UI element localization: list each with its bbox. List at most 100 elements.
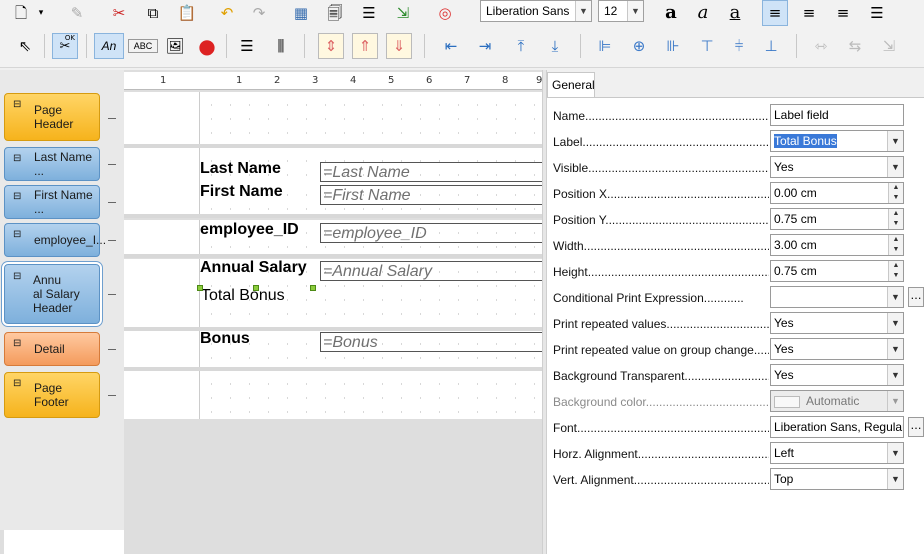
sorting-grouping-icon[interactable]: ☰ (356, 0, 382, 26)
chevron-down-icon[interactable]: ▼ (887, 391, 903, 411)
position-y-spinner[interactable]: 0.75 cm ▲ ▼ (770, 208, 904, 230)
first-name-field[interactable]: =First Name (320, 185, 542, 205)
font-name-combo[interactable]: Liberation Sans ▼ (480, 0, 592, 22)
employee-id-label[interactable]: employee_ID (200, 221, 299, 239)
spin-arrows-icon[interactable]: ▲ ▼ (888, 183, 903, 203)
visible-select[interactable]: Yes ▼ (770, 156, 904, 178)
section-page-footer[interactable]: ⊟ Page Footer (4, 372, 100, 418)
height-spinner[interactable]: 0.75 cm ▲ ▼ (770, 260, 904, 282)
bonus-label[interactable]: Bonus (200, 330, 250, 348)
spin-arrows-icon[interactable]: ▲ ▼ (888, 209, 903, 229)
vert-alignment-select[interactable]: Top ▼ (770, 468, 904, 490)
resize-objects-icon[interactable]: ⇲ (876, 33, 902, 59)
total-bonus-label[interactable]: Total Bonus (201, 287, 285, 305)
new-dropdown-icon[interactable]: ▾ (34, 0, 48, 26)
collapse-icon[interactable]: ⊟ (13, 270, 21, 284)
chevron-down-icon[interactable]: ▼ (887, 469, 903, 489)
resize-handle[interactable] (197, 285, 203, 291)
paste-icon[interactable]: 📋 (174, 0, 200, 26)
label-field-tool-icon[interactable]: OK ✂ (52, 33, 78, 59)
copy-icon[interactable]: ⧉ (140, 0, 166, 26)
align-to-bottom-icon[interactable]: ⤓ (542, 33, 568, 59)
resize-handle[interactable] (310, 285, 316, 291)
horz-alignment-select[interactable]: Left ▼ (770, 442, 904, 464)
chart-tool-icon[interactable]: ● (194, 33, 220, 59)
select-pointer-icon[interactable]: ⇖ (12, 33, 38, 59)
chevron-down-icon[interactable]: ▼ (887, 365, 903, 385)
last-name-label[interactable]: Last Name (200, 160, 281, 178)
justify-icon[interactable]: ☰ (864, 0, 890, 26)
section-employee-id-header[interactable]: ⊟ employee_I... (4, 223, 106, 257)
width-spinner[interactable]: 3.00 cm ▲ ▼ (770, 234, 904, 256)
edit-file-icon[interactable]: ✎ (64, 0, 90, 26)
horizontal-line-icon[interactable]: ☰ (234, 33, 260, 59)
align-left-icon[interactable]: ≡ (762, 0, 788, 26)
tab-general[interactable]: General (547, 72, 595, 97)
add-field-icon[interactable]: ⇲ (390, 0, 416, 26)
execute-report-icon[interactable]: ◎ (432, 0, 458, 26)
chevron-down-icon[interactable]: ▼ (887, 443, 903, 463)
conditional-print-more-button[interactable]: … (908, 287, 924, 307)
spin-arrows-icon[interactable]: ▲ ▼ (888, 235, 903, 255)
align-to-right-icon[interactable]: ⇥ (472, 33, 498, 59)
name-input[interactable]: Label field (770, 104, 904, 126)
conditional-print-combo[interactable]: ▼ (770, 286, 904, 308)
section-detail[interactable]: ⊟ Detail (4, 332, 100, 366)
first-name-label[interactable]: First Name (200, 183, 283, 201)
font-input[interactable]: Liberation Sans, Regular, 12 (770, 416, 904, 438)
vertical-line-icon[interactable]: ⫼ (268, 33, 294, 59)
collapse-icon[interactable]: ⊟ (13, 191, 21, 202)
chevron-down-icon[interactable]: ▼ (575, 1, 591, 21)
collapse-icon[interactable]: ⊟ (13, 229, 21, 240)
font-size-combo[interactable]: 12 ▼ (598, 0, 644, 22)
font-more-button[interactable]: … (908, 417, 924, 437)
redo-icon[interactable]: ↷ (246, 0, 272, 26)
image-tool-icon[interactable]: 🖼 (162, 33, 188, 59)
collapse-icon[interactable]: ⊟ (13, 99, 21, 110)
shrink-icon[interactable]: ⇕ (318, 33, 344, 59)
chevron-down-icon[interactable]: ▼ (887, 131, 903, 151)
align-middle-objects-icon[interactable]: ⫩ (726, 33, 752, 59)
report-navigator-icon[interactable]: ▦ (288, 0, 314, 26)
chevron-down-icon[interactable]: ▼ (887, 339, 903, 359)
align-center-objects-icon[interactable]: ⊕ (626, 33, 652, 59)
last-name-field[interactable]: =Last Name (320, 162, 542, 182)
annual-salary-field[interactable]: =Annual Salary (320, 261, 542, 281)
section-divider[interactable] (124, 254, 542, 258)
shrink-top-icon[interactable]: ⇑ (352, 33, 378, 59)
chevron-down-icon[interactable]: ▼ (887, 157, 903, 177)
section-first-name-header[interactable]: ⊟ First Name ... (4, 185, 100, 219)
section-annual-salary-header[interactable]: ⊟ Annu al Salary Header (2, 262, 102, 326)
align-bottom-objects-icon[interactable]: ⊥ (758, 33, 784, 59)
label-combo[interactable]: Total Bonus ▼ (770, 130, 904, 152)
section-divider[interactable] (124, 214, 542, 218)
properties-icon[interactable]: 🗐 (322, 0, 348, 26)
print-repeated-select[interactable]: Yes ▼ (770, 312, 904, 334)
italic-icon[interactable]: a (690, 0, 716, 26)
bold-icon[interactable]: a (658, 0, 684, 26)
label-tool-icon[interactable]: An (94, 33, 124, 59)
new-document-icon[interactable]: 🗋 (8, 0, 34, 26)
collapse-icon[interactable]: ⊟ (13, 338, 21, 349)
align-to-left-icon[interactable]: ⇤ (438, 33, 464, 59)
spin-arrows-icon[interactable]: ▲ ▼ (888, 261, 903, 281)
align-right-icon[interactable]: ≡ (830, 0, 856, 26)
align-left-objects-icon[interactable]: ⊫ (592, 33, 618, 59)
underline-icon[interactable]: a (722, 0, 748, 26)
bg-color-select[interactable]: Automatic ▼ (770, 390, 904, 412)
employee-id-field[interactable]: =employee_ID (320, 223, 542, 243)
align-center-icon[interactable]: ≡ (796, 0, 822, 26)
resize-handle[interactable] (253, 285, 259, 291)
equal-width-icon[interactable]: ⇿ (808, 33, 834, 59)
align-to-top-icon[interactable]: ⤒ (508, 33, 534, 59)
equal-height-icon[interactable]: ⇆ (842, 33, 868, 59)
section-page-header[interactable]: ⊟ Page Header (4, 93, 100, 141)
bonus-field[interactable]: =Bonus (320, 332, 542, 352)
collapse-icon[interactable]: ⊟ (13, 378, 21, 389)
text-field-tool-icon[interactable]: ABC (128, 39, 158, 53)
section-last-name-header[interactable]: ⊟ Last Name ... (4, 147, 100, 181)
align-right-objects-icon[interactable]: ⊪ (660, 33, 686, 59)
band-page-header[interactable] (124, 92, 542, 144)
cut-icon[interactable]: ✂ (106, 0, 132, 26)
undo-icon[interactable]: ↶ (214, 0, 240, 26)
